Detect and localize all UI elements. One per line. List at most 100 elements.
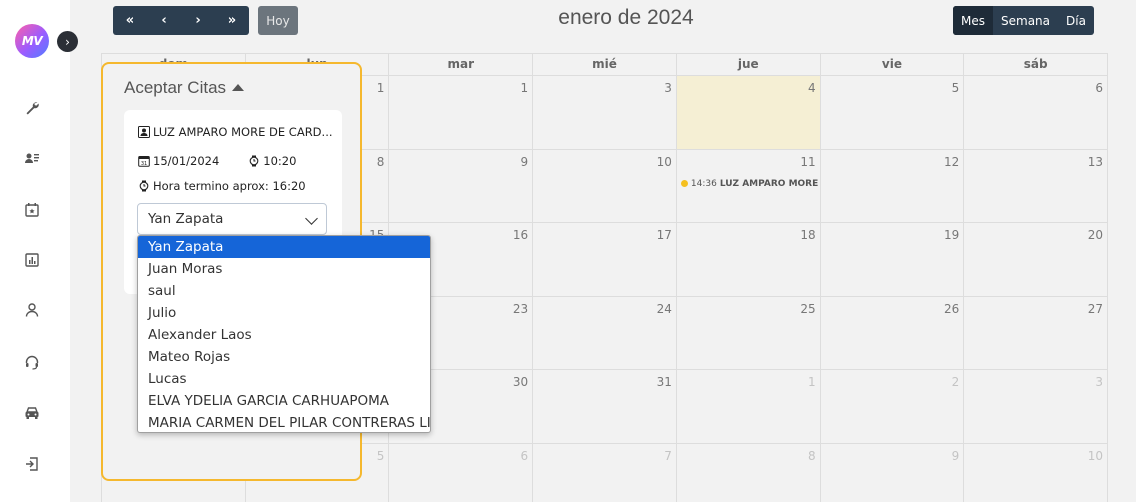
day-number[interactable]: 8 [808, 449, 816, 463]
today-button[interactable]: Hoy [258, 6, 298, 35]
calendar-day-cell[interactable]: 1 [389, 76, 534, 150]
calendar-day-cell[interactable]: 10 [964, 443, 1109, 502]
calendar-day-cell[interactable]: 26 [820, 296, 965, 370]
driver-option[interactable]: MARIA CARMEN DEL PILAR CONTRERAS LIVIA [138, 412, 430, 432]
day-number[interactable]: 25 [800, 302, 815, 316]
calendar-day-cell[interactable]: 1 [676, 370, 821, 444]
chart-icon[interactable] [22, 250, 42, 270]
driver-option[interactable]: Juan Moras [138, 258, 430, 280]
day-number[interactable]: 12 [944, 155, 959, 169]
calendar-day-cell[interactable]: 9 [389, 149, 534, 223]
calendar-day-cell[interactable]: 13 [964, 149, 1109, 223]
weekday-header-cell: jue [676, 54, 821, 76]
day-number[interactable]: 5 [377, 449, 385, 463]
day-number[interactable]: 30 [513, 375, 528, 389]
calendar-day-cell[interactable]: 27 [964, 296, 1109, 370]
calendar-day-cell[interactable]: 25 [676, 296, 821, 370]
day-number[interactable]: 3 [1095, 375, 1103, 389]
day-number[interactable]: 27 [1088, 302, 1103, 316]
sidebar: MV [0, 0, 70, 502]
prev-month-button[interactable]: ‹ [147, 6, 181, 35]
day-view-button[interactable]: Día [1058, 6, 1094, 35]
calendar-day-cell[interactable]: 5 [820, 76, 965, 150]
calendar-day-cell[interactable]: 3 [964, 370, 1109, 444]
day-number[interactable]: 8 [377, 155, 385, 169]
next-year-button[interactable]: » [215, 6, 249, 35]
day-number[interactable]: 17 [657, 228, 672, 242]
driver-option[interactable]: Yan Zapata [138, 236, 430, 258]
calendar-day-cell[interactable]: 6 [964, 76, 1109, 150]
calendar-day-cell[interactable]: 11 14:36LUZ AMPARO MORE DE CARDENAS [676, 149, 821, 223]
month-view-button[interactable]: Mes [953, 6, 993, 35]
calendar-day-cell[interactable]: 8 [677, 443, 821, 502]
day-number[interactable]: 5 [952, 81, 960, 95]
calendar-day-cell[interactable]: 7 [533, 443, 677, 502]
day-number[interactable]: 16 [513, 228, 528, 242]
driver-select[interactable]: Yan Zapata [137, 203, 327, 235]
user-icon[interactable] [22, 300, 42, 320]
day-number[interactable]: 3 [664, 81, 672, 95]
calendar-day-cell[interactable]: 9 [821, 443, 965, 502]
calendar-day-cell[interactable]: 6 [389, 443, 534, 502]
driver-option[interactable]: ELVA YDELIA GARCIA CARHUAPOMA [138, 390, 430, 412]
weekday-header-cell: vie [820, 54, 965, 76]
weekday-header-cell: mié [533, 54, 677, 76]
day-number[interactable]: 20 [1088, 228, 1103, 242]
driver-option[interactable]: Julio [138, 302, 430, 324]
day-number[interactable]: 6 [1095, 81, 1103, 95]
app-logo[interactable]: MV [15, 24, 49, 58]
wrench-icon[interactable] [22, 98, 42, 118]
logout-icon[interactable] [22, 454, 42, 474]
date-row: 31 15/01/2024 10:20 [138, 154, 296, 168]
weekday-header-cell: sáb [964, 54, 1109, 76]
calendar-day-cell[interactable]: 4 [676, 76, 821, 150]
next-month-button[interactable]: › [181, 6, 215, 35]
driver-option[interactable]: Mateo Rojas [138, 346, 430, 368]
day-number[interactable]: 1 [808, 375, 816, 389]
day-number[interactable]: 7 [664, 449, 672, 463]
day-number[interactable]: 6 [521, 449, 529, 463]
calendar-day-cell[interactable]: 12 [820, 149, 965, 223]
driver-option[interactable]: Alexander Laos [138, 324, 430, 346]
day-number[interactable]: 1 [377, 81, 385, 95]
calendar-day-cell[interactable]: 2 [820, 370, 965, 444]
headset-icon[interactable] [22, 352, 42, 372]
week-view-button[interactable]: Semana [993, 6, 1058, 35]
day-number[interactable]: 23 [513, 302, 528, 316]
calendar-day-cell[interactable]: 31 [533, 370, 677, 444]
calendar-day-cell[interactable]: 17 [533, 223, 677, 297]
day-number[interactable]: 4 [808, 81, 816, 95]
car-icon[interactable] [22, 403, 42, 423]
calendar-day-cell[interactable]: 18 [676, 223, 821, 297]
panel-header[interactable]: Aceptar Citas [124, 78, 245, 98]
day-number[interactable]: 1 [521, 81, 529, 95]
calendar-day-cell[interactable]: 10 [533, 149, 677, 223]
day-number[interactable]: 9 [952, 449, 960, 463]
calendar-day-cell[interactable]: 20 [964, 223, 1109, 297]
day-number[interactable]: 26 [944, 302, 959, 316]
day-number[interactable]: 24 [657, 302, 672, 316]
calendar-day-cell[interactable]: 24 [533, 296, 677, 370]
day-number[interactable]: 10 [1088, 449, 1103, 463]
day-number[interactable]: 18 [800, 228, 815, 242]
driver-option[interactable]: saul [138, 280, 430, 302]
calendar-day-cell[interactable]: 3 [533, 76, 677, 150]
day-number[interactable]: 11 [800, 155, 815, 169]
calendar-event[interactable]: 14:36LUZ AMPARO MORE DE CARDENAS [680, 179, 820, 189]
day-number[interactable]: 19 [944, 228, 959, 242]
day-number[interactable]: 9 [521, 155, 529, 169]
appointment-time: 10:20 [263, 154, 297, 168]
day-number[interactable]: 10 [657, 155, 672, 169]
expand-sidebar-button[interactable]: › [57, 31, 78, 52]
calendar-day-cell[interactable]: 19 [820, 223, 965, 297]
client-row: LUZ AMPARO MORE DE CARD... [138, 125, 333, 139]
driver-option[interactable]: Lucas [138, 368, 430, 390]
contacts-icon[interactable] [22, 148, 42, 168]
day-number[interactable]: 2 [952, 375, 960, 389]
day-number[interactable]: 31 [657, 375, 672, 389]
client-icon [138, 126, 150, 138]
day-number[interactable]: 13 [1088, 155, 1103, 169]
chevron-down-icon [305, 212, 318, 225]
calendar-star-icon[interactable] [22, 200, 42, 220]
prev-year-button[interactable]: « [113, 6, 147, 35]
